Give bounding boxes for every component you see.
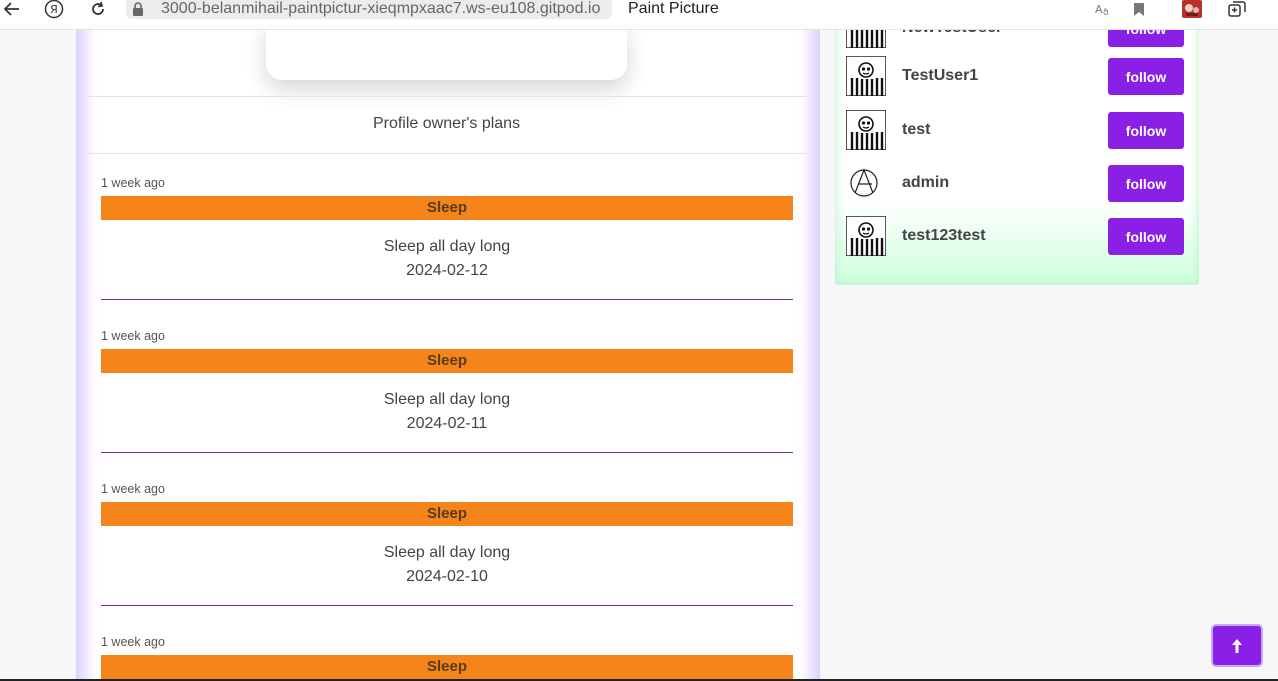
collections-icon[interactable] bbox=[1226, 0, 1248, 18]
plan-date: 2024-02-12 bbox=[406, 262, 488, 279]
user-row: test follow bbox=[846, 110, 1186, 150]
scroll-to-top-button[interactable] bbox=[1213, 626, 1261, 665]
plan-title[interactable]: Sleep bbox=[101, 502, 793, 526]
page-title: Paint Picture bbox=[628, 0, 719, 17]
plan-date: 2024-02-11 bbox=[406, 415, 488, 432]
user-name[interactable]: admin bbox=[902, 174, 949, 192]
plan-item: 1 week ago Sleep Sleep all day long 2024… bbox=[101, 329, 793, 459]
lock-icon bbox=[130, 0, 146, 18]
plan-title[interactable]: Sleep bbox=[101, 196, 793, 220]
reload-icon[interactable] bbox=[88, 0, 108, 18]
plan-divider bbox=[101, 605, 793, 606]
plan-timestamp: 1 week ago bbox=[101, 329, 165, 343]
follow-button[interactable]: follow bbox=[1108, 218, 1184, 255]
follow-button[interactable]: follow bbox=[1108, 58, 1184, 95]
plan-description: Sleep all day long bbox=[383, 391, 511, 408]
follow-button[interactable]: follow bbox=[1108, 165, 1184, 202]
svg-text:ծ: ծ bbox=[1103, 8, 1109, 17]
divider bbox=[86, 153, 807, 154]
plan-item: 1 week ago Sleep Sleep all day long 2024… bbox=[101, 176, 793, 306]
user-name[interactable]: test bbox=[902, 121, 930, 139]
arrow-up-icon bbox=[1232, 638, 1242, 653]
default-avatar-icon[interactable] bbox=[846, 216, 886, 256]
follow-button[interactable]: follow bbox=[1108, 112, 1184, 149]
plan-item: 1 week ago Sleep bbox=[101, 635, 793, 681]
user-row: TestUser1 follow bbox=[846, 56, 1186, 96]
plan-title[interactable]: Sleep bbox=[101, 655, 793, 679]
plan-description: Sleep all day long bbox=[383, 544, 511, 561]
url-text[interactable]: 3000-belanmihail-paintpictur-xieqmpxaac7… bbox=[161, 0, 600, 18]
browser-toolbar: Я 3000-belanmihail-paintpictur-xieqmpxaa… bbox=[0, 0, 1278, 30]
svg-text:Я: Я bbox=[50, 3, 58, 16]
translate-icon[interactable]: Aծ bbox=[1094, 0, 1114, 18]
plans-heading: Profile owner's plans bbox=[372, 115, 521, 132]
default-avatar-icon[interactable] bbox=[846, 56, 886, 96]
bookmark-icon[interactable] bbox=[1130, 0, 1148, 18]
plan-timestamp: 1 week ago bbox=[101, 482, 165, 496]
yandex-logo-icon[interactable]: Я bbox=[42, 0, 66, 19]
default-avatar-icon[interactable] bbox=[846, 110, 886, 150]
user-name[interactable]: TestUser1 bbox=[902, 67, 978, 85]
plan-divider bbox=[101, 299, 793, 300]
anarchy-symbol-icon[interactable] bbox=[846, 163, 886, 203]
extension-icon[interactable] bbox=[1181, 0, 1203, 18]
plan-description: Sleep all day long bbox=[383, 238, 511, 255]
plan-item: 1 week ago Sleep Sleep all day long 2024… bbox=[101, 482, 793, 612]
user-row: test123test follow bbox=[846, 216, 1186, 256]
user-row: admin follow bbox=[846, 163, 1186, 203]
plan-divider bbox=[101, 452, 793, 453]
plan-date: 2024-02-10 bbox=[406, 568, 488, 585]
divider bbox=[86, 96, 807, 97]
plan-timestamp: 1 week ago bbox=[101, 176, 165, 190]
plan-timestamp: 1 week ago bbox=[101, 635, 165, 649]
back-arrow-icon[interactable] bbox=[2, 0, 22, 18]
user-name[interactable]: test123test bbox=[902, 227, 986, 245]
svg-text:A: A bbox=[1095, 3, 1103, 16]
plan-title[interactable]: Sleep bbox=[101, 349, 793, 373]
